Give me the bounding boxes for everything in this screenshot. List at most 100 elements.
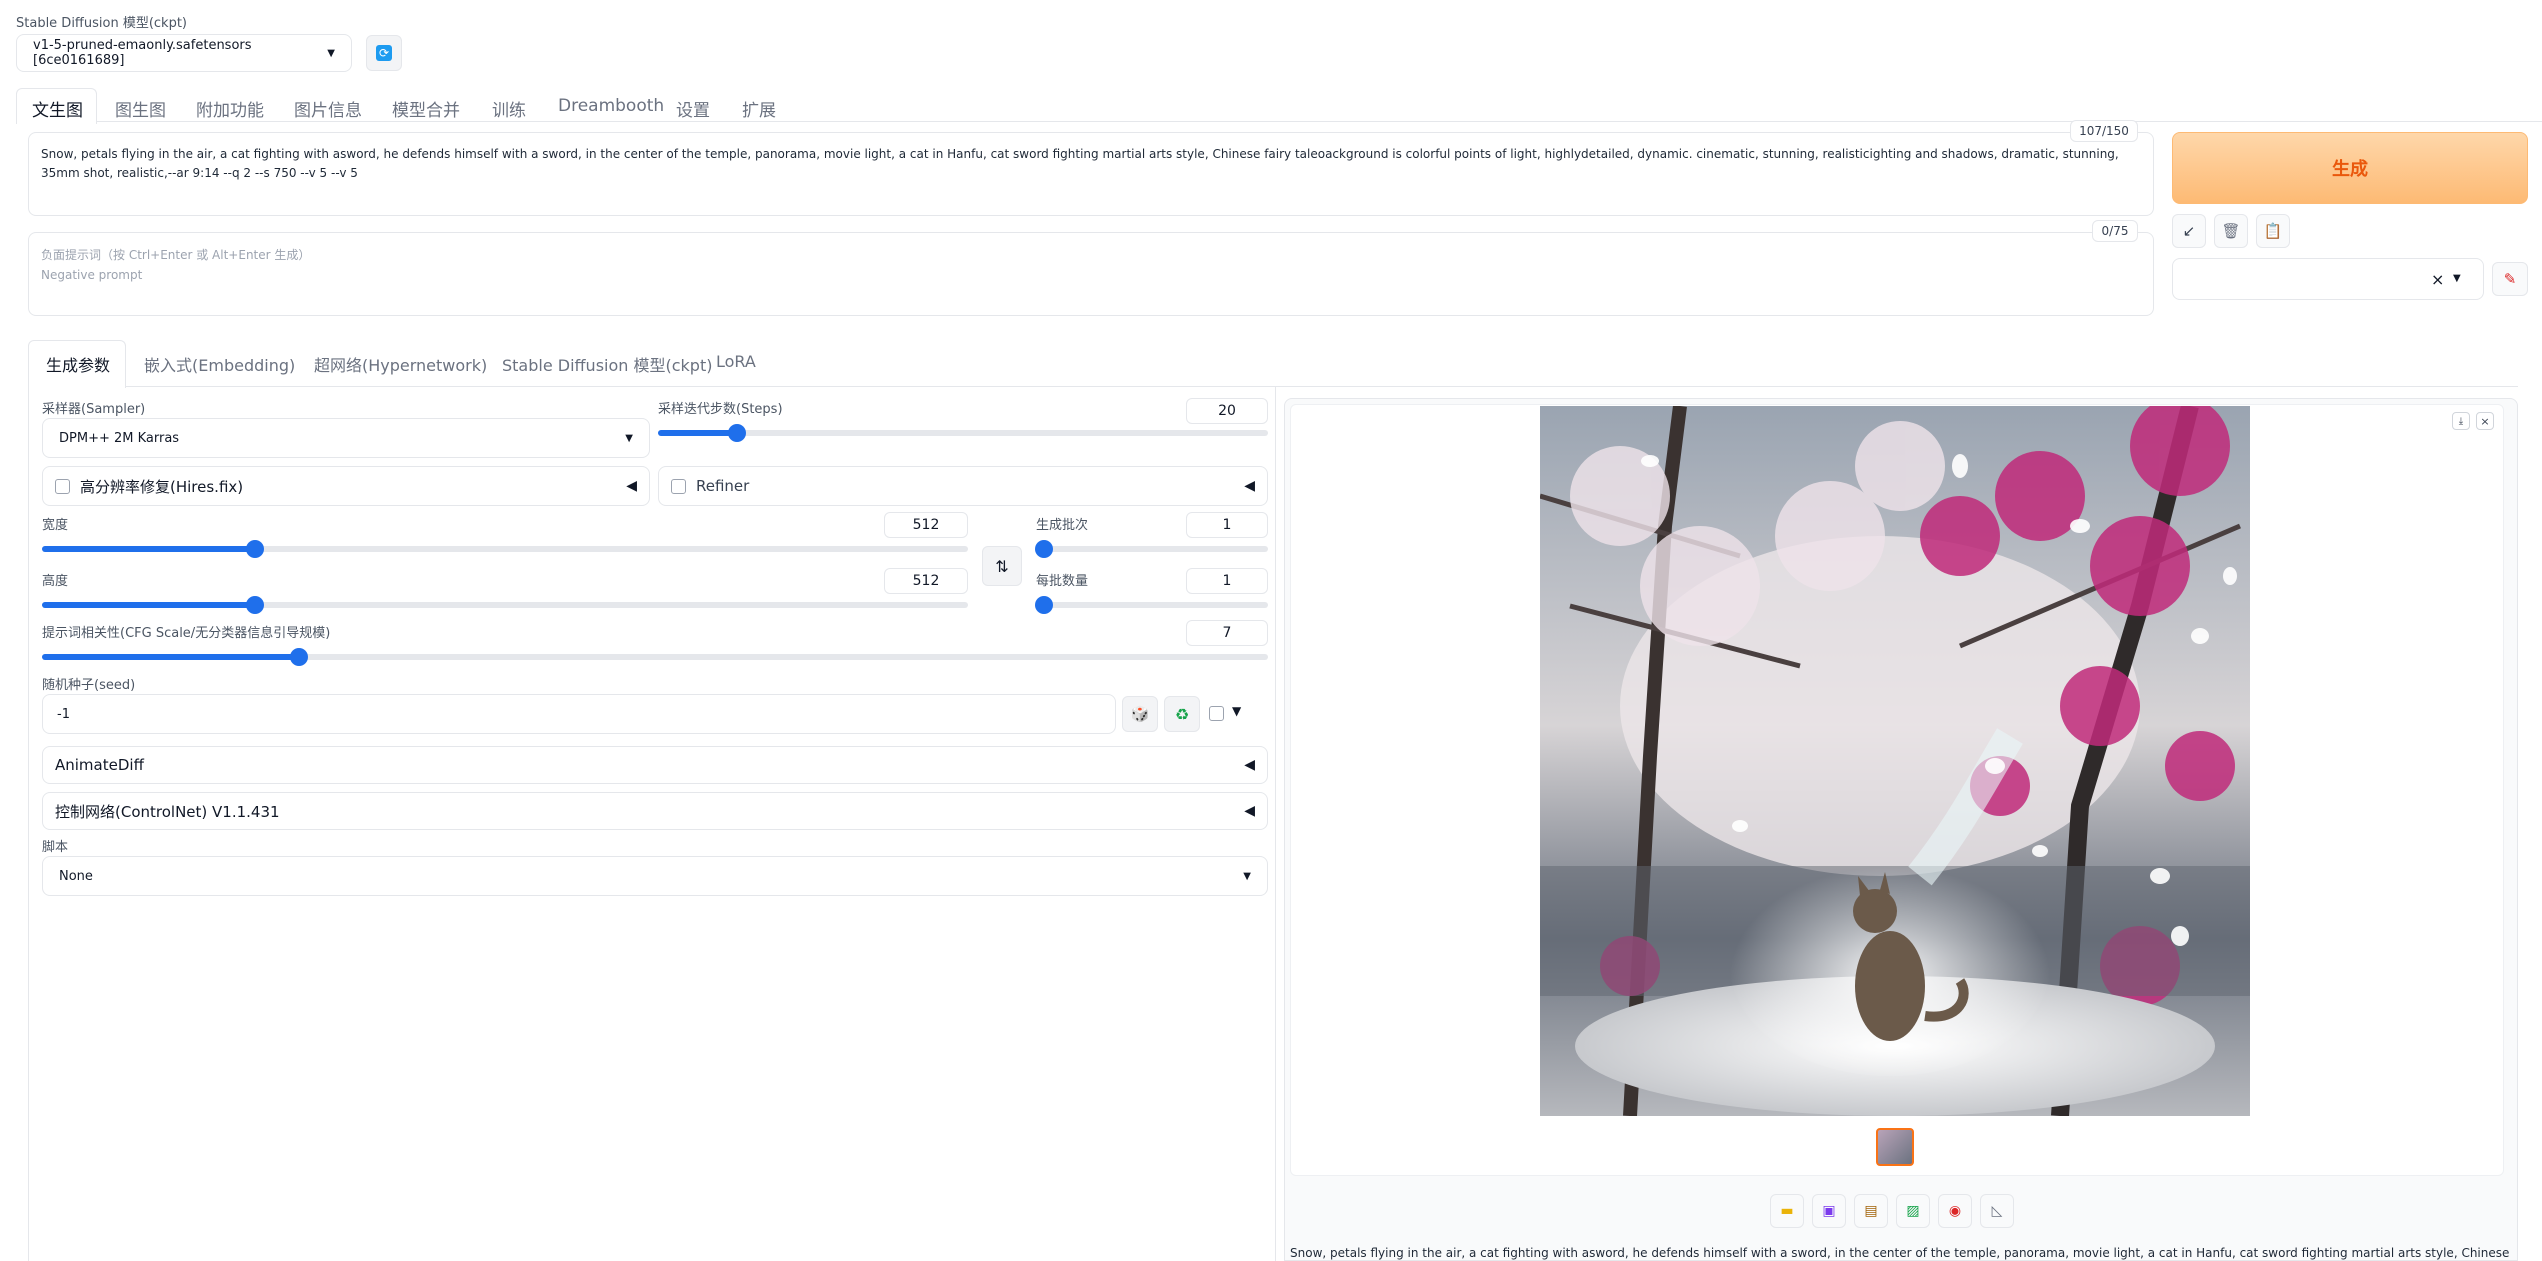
- collapse-triangle-icon: ◀: [1244, 757, 1255, 773]
- height-label: 高度: [42, 574, 69, 589]
- subtab-checkpoints[interactable]: Stable Diffusion 模型(ckpt): [502, 352, 712, 376]
- steps-input[interactable]: 20: [1186, 398, 1268, 424]
- batch-size-input[interactable]: 1: [1186, 568, 1268, 594]
- tab-png-info[interactable]: 图片信息: [294, 96, 362, 121]
- subtab-embedding[interactable]: 嵌入式(Embedding): [144, 352, 295, 376]
- gallery-thumbnail[interactable]: [1876, 1128, 1914, 1166]
- cfg-slider-track[interactable]: [42, 654, 1268, 660]
- prompt-token-counter: 107/150: [2070, 120, 2138, 142]
- output-caption: Snow, petals flying in the air, a cat fi…: [1290, 1246, 2510, 1260]
- prompt-textarea[interactable]: Snow, petals flying in the air, a cat fi…: [28, 132, 2154, 216]
- style-select[interactable]: × ▼: [2172, 258, 2484, 300]
- cfg-input[interactable]: 7: [1186, 620, 1268, 646]
- save-button[interactable]: ▣: [1812, 1194, 1846, 1228]
- refresh-model-button[interactable]: ⟳: [366, 35, 402, 71]
- refiner-checkbox[interactable]: [671, 478, 686, 494]
- send-to-img2img-button[interactable]: ▨: [1896, 1194, 1930, 1228]
- send-to-inpaint-button[interactable]: ◉: [1938, 1194, 1972, 1228]
- model-label: Stable Diffusion 模型(ckpt): [16, 16, 188, 31]
- cfg-slider-fill: [42, 654, 300, 660]
- script-label: 脚本: [42, 840, 69, 855]
- seed-input[interactable]: -1: [42, 694, 1116, 734]
- script-value: None: [59, 868, 93, 884]
- seed-label: 随机种子(seed): [42, 678, 136, 693]
- expand-triangle-icon[interactable]: ▼: [1232, 704, 1241, 718]
- chevron-down-icon: ▼: [625, 432, 633, 444]
- cfg-label: 提示词相关性(CFG Scale/无分类器信息引导规模): [42, 626, 331, 641]
- batch-count-input[interactable]: 1: [1186, 512, 1268, 538]
- tab-extensions[interactable]: 扩展: [742, 96, 776, 121]
- paste-style-button[interactable]: 📋: [2256, 214, 2290, 248]
- batch-count-slider-thumb[interactable]: [1035, 540, 1053, 558]
- tab-extras[interactable]: 附加功能: [196, 96, 264, 121]
- tab-train[interactable]: 训练: [492, 96, 526, 121]
- sampler-value: DPM++ 2M Karras: [59, 430, 180, 446]
- folder-icon: ▬: [1780, 1203, 1794, 1219]
- reuse-seed-button[interactable]: ♻: [1164, 696, 1200, 732]
- tab-dreambooth[interactable]: Dreambooth: [558, 96, 664, 116]
- tab-txt2img[interactable]: 文生图: [32, 96, 83, 121]
- model-select-value: v1-5-pruned-emaonly.safetensors [6ce0161…: [33, 38, 252, 68]
- sampler-select[interactable]: DPM++ 2M Karras ▼: [42, 418, 650, 458]
- output-image[interactable]: [1540, 406, 2250, 1116]
- width-slider-thumb[interactable]: [245, 540, 264, 558]
- negative-prompt-textarea[interactable]: 负面提示词（按 Ctrl+Enter 或 Alt+Enter 生成） Negat…: [28, 232, 2154, 316]
- hires-fix-accordion[interactable]: 高分辨率修复(Hires.fix) ◀: [42, 466, 650, 506]
- extra-seed-checkbox[interactable]: [1209, 706, 1224, 721]
- collapse-triangle-icon: ◀: [626, 478, 637, 494]
- hires-fix-checkbox[interactable]: [55, 478, 70, 494]
- width-input[interactable]: 512: [884, 512, 968, 538]
- seed-value: -1: [57, 706, 70, 722]
- swap-arrows-icon: ⇅: [995, 556, 1009, 576]
- open-folder-button[interactable]: ▬: [1770, 1194, 1804, 1228]
- controlnet-accordion[interactable]: 控制网络(ControlNet) V1.1.431 ◀: [42, 792, 1268, 830]
- script-select[interactable]: None ▼: [42, 856, 1268, 896]
- model-select[interactable]: v1-5-pruned-emaonly.safetensors [6ce0161…: [16, 34, 352, 72]
- tab-img2img[interactable]: 图生图: [115, 96, 166, 121]
- arrow-icon: ↙: [2182, 222, 2196, 240]
- generate-button[interactable]: 生成: [2172, 132, 2528, 204]
- batch-count-slider-track[interactable]: [1044, 546, 1268, 552]
- clear-prompt-button[interactable]: 🗑: [2214, 214, 2248, 248]
- subtab-lora[interactable]: LoRA: [716, 352, 756, 371]
- refresh-icon: ⟳: [376, 45, 392, 61]
- zip-button[interactable]: ▤: [1854, 1194, 1888, 1228]
- controlnet-label: 控制网络(ControlNet) V1.1.431: [55, 802, 280, 821]
- animatediff-accordion[interactable]: AnimateDiff ◀: [42, 746, 1268, 784]
- palette-icon: ◉: [1948, 1203, 1962, 1219]
- zip-icon: ▤: [1864, 1203, 1878, 1219]
- animatediff-label: AnimateDiff: [55, 756, 144, 774]
- subtab-hypernetwork[interactable]: 超网络(Hypernetwork): [314, 352, 487, 376]
- steps-slider-track[interactable]: [658, 430, 1268, 436]
- tab-settings[interactable]: 设置: [676, 96, 710, 121]
- height-slider-track[interactable]: [42, 602, 968, 608]
- recycle-icon: ♻: [1174, 704, 1190, 724]
- clear-style-icon[interactable]: ×: [2431, 270, 2444, 289]
- batch-size-slider-thumb[interactable]: [1035, 596, 1053, 614]
- dice-icon: 🎲: [1130, 705, 1150, 723]
- send-to-extras-button[interactable]: ◺: [1980, 1194, 2014, 1228]
- height-input[interactable]: 512: [884, 568, 968, 594]
- collapse-triangle-icon: ◀: [1244, 478, 1255, 494]
- refiner-accordion[interactable]: Refiner ◀: [658, 466, 1268, 506]
- read-params-button[interactable]: ↙: [2172, 214, 2206, 248]
- save-icon: ▣: [1822, 1203, 1836, 1219]
- edit-styles-button[interactable]: ✎: [2492, 262, 2528, 296]
- prompt-text: Snow, petals flying in the air, a cat fi…: [41, 147, 2119, 180]
- pencil-icon: ✎: [2503, 270, 2517, 288]
- width-slider-track[interactable]: [42, 546, 968, 552]
- swap-dimensions-button[interactable]: ⇅: [982, 546, 1022, 586]
- subtab-generation[interactable]: 生成参数: [46, 352, 110, 376]
- width-label: 宽度: [42, 518, 69, 533]
- random-seed-button[interactable]: 🎲: [1122, 696, 1158, 732]
- chevron-down-icon: ▼: [2453, 273, 2461, 284]
- height-slider-thumb[interactable]: [245, 596, 264, 614]
- negative-prompt-placeholder-1: 负面提示词（按 Ctrl+Enter 或 Alt+Enter 生成）: [41, 248, 311, 262]
- download-button[interactable]: ⤓: [2452, 412, 2470, 430]
- batch-size-slider-track[interactable]: [1044, 602, 1268, 608]
- negative-prompt-placeholder-2: Negative prompt: [41, 268, 143, 282]
- close-gallery-button[interactable]: ×: [2476, 412, 2494, 430]
- height-slider-fill: [42, 602, 255, 608]
- image-icon: ▨: [1906, 1203, 1920, 1219]
- tab-checkpoint-merger[interactable]: 模型合并: [392, 96, 460, 121]
